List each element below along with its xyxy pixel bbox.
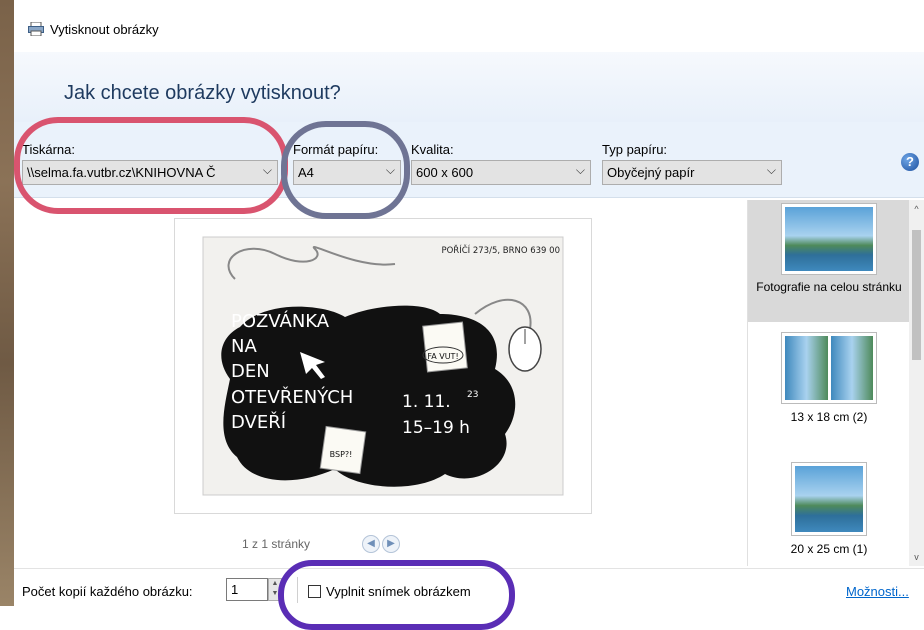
headline-line: DEN [231, 361, 270, 382]
landscape-photo [785, 207, 873, 271]
sticker1-text: FA VUT! [427, 352, 458, 361]
chevron-down-icon: ⌵ [575, 163, 585, 177]
next-page-button[interactable]: ▶ [382, 535, 400, 553]
paper-type-select[interactable]: Obyčejný papír ⌵ [602, 160, 782, 185]
layout-scrollbar[interactable]: ^ v [909, 200, 924, 566]
headline-line: POZVÁNKA [231, 310, 330, 332]
invitation-image: FA VUT! BSP?! POŘÍČÍ 273/5, BRNO 639 00 … [202, 236, 564, 496]
landscape-photo [785, 336, 828, 400]
headline-line: DVEŘÍ [231, 411, 286, 433]
paper-type-value: Obyčejný papír [607, 165, 695, 180]
layout-label: 20 x 25 cm (1) [790, 542, 868, 556]
paper-size-label: Formát papíru: [293, 142, 379, 157]
layout-label: 13 x 18 cm (2) [790, 410, 868, 424]
dialog-question: Jak chcete obrázky vytisknout? [64, 82, 341, 104]
main-area: FA VUT! BSP?! POŘÍČÍ 273/5, BRNO 639 00 … [14, 198, 924, 568]
layout-thumbnail [781, 332, 877, 404]
headline-line: OTEVŘENÝCH [231, 386, 353, 408]
chevron-down-icon: ⌵ [385, 163, 395, 177]
date-text: 1. 11. [402, 392, 451, 412]
print-settings-bar: Tiskárna: \\selma.fa.vutbr.cz\KNIHOVNA Č… [14, 122, 924, 198]
scrollbar-thumb[interactable] [912, 230, 921, 360]
paper-size-select[interactable]: A4 ⌵ [293, 160, 401, 185]
landscape-photo [795, 466, 863, 532]
options-link[interactable]: Možnosti... [846, 584, 909, 599]
paper-size-value: A4 [298, 165, 314, 180]
print-preview: FA VUT! BSP?! POŘÍČÍ 273/5, BRNO 639 00 … [174, 218, 592, 514]
background-strip [0, 0, 14, 606]
scroll-up-icon[interactable]: ^ [911, 204, 922, 214]
layout-thumbnail [791, 462, 867, 536]
date-superscript: 23 [467, 390, 478, 400]
copies-stepper[interactable]: ▲ ▼ [268, 578, 282, 601]
address-text: POŘÍČÍ 273/5, BRNO 639 00 [441, 244, 560, 256]
quality-value: 600 x 600 [416, 165, 474, 180]
headline-line: NA [231, 336, 257, 357]
page-indicator: 1 z 1 stránky [242, 537, 311, 551]
sticker2-text: BSP?! [330, 450, 353, 459]
footer-bar: Počet kopií každého obrázku: 1 ▲ ▼ Vyplni… [14, 568, 924, 606]
copies-label: Počet kopií každého obrázku: [22, 584, 193, 599]
printer-value: \\selma.fa.vutbr.cz\KNIHOVNA Č [27, 165, 216, 180]
fit-picture-checkbox[interactable] [308, 585, 321, 598]
scroll-down-icon[interactable]: v [911, 552, 922, 562]
paper-type-label: Typ papíru: [602, 142, 668, 157]
fit-picture-label: Vyplnit snímek obrázkem [326, 584, 471, 599]
layout-thumbnail [781, 203, 877, 275]
window-title: Vytisknout obrázky [50, 22, 159, 37]
layout-13x18[interactable]: 13 x 18 cm (2) [748, 332, 910, 440]
layout-20x25[interactable]: 20 x 25 cm (1) [748, 462, 910, 566]
prev-page-button[interactable]: ◀ [362, 535, 380, 553]
quality-label: Kvalita: [411, 142, 454, 157]
layout-full-page[interactable]: Fotografie na celou stránku [748, 200, 910, 322]
layout-label: Fotografie na celou stránku [756, 280, 902, 294]
printer-label: Tiskárna: [22, 142, 75, 157]
chevron-down-icon: ⌵ [766, 163, 776, 177]
title-bar: Vytisknout obrázky [14, 0, 924, 52]
dialog-header: Jak chcete obrázky vytisknout? [14, 52, 924, 122]
printer-icon [28, 22, 44, 36]
time-text: 15–19 h [402, 418, 470, 438]
chevron-down-icon: ⌵ [262, 163, 272, 177]
landscape-photo [830, 336, 873, 400]
divider [297, 577, 298, 603]
layout-list: Fotografie na celou stránku 13 x 18 cm (… [747, 200, 910, 566]
help-icon[interactable]: ? [901, 153, 919, 171]
printer-select[interactable]: \\selma.fa.vutbr.cz\KNIHOVNA Č ⌵ [22, 160, 278, 185]
copies-input[interactable]: 1 [226, 578, 268, 601]
quality-select[interactable]: 600 x 600 ⌵ [411, 160, 591, 185]
